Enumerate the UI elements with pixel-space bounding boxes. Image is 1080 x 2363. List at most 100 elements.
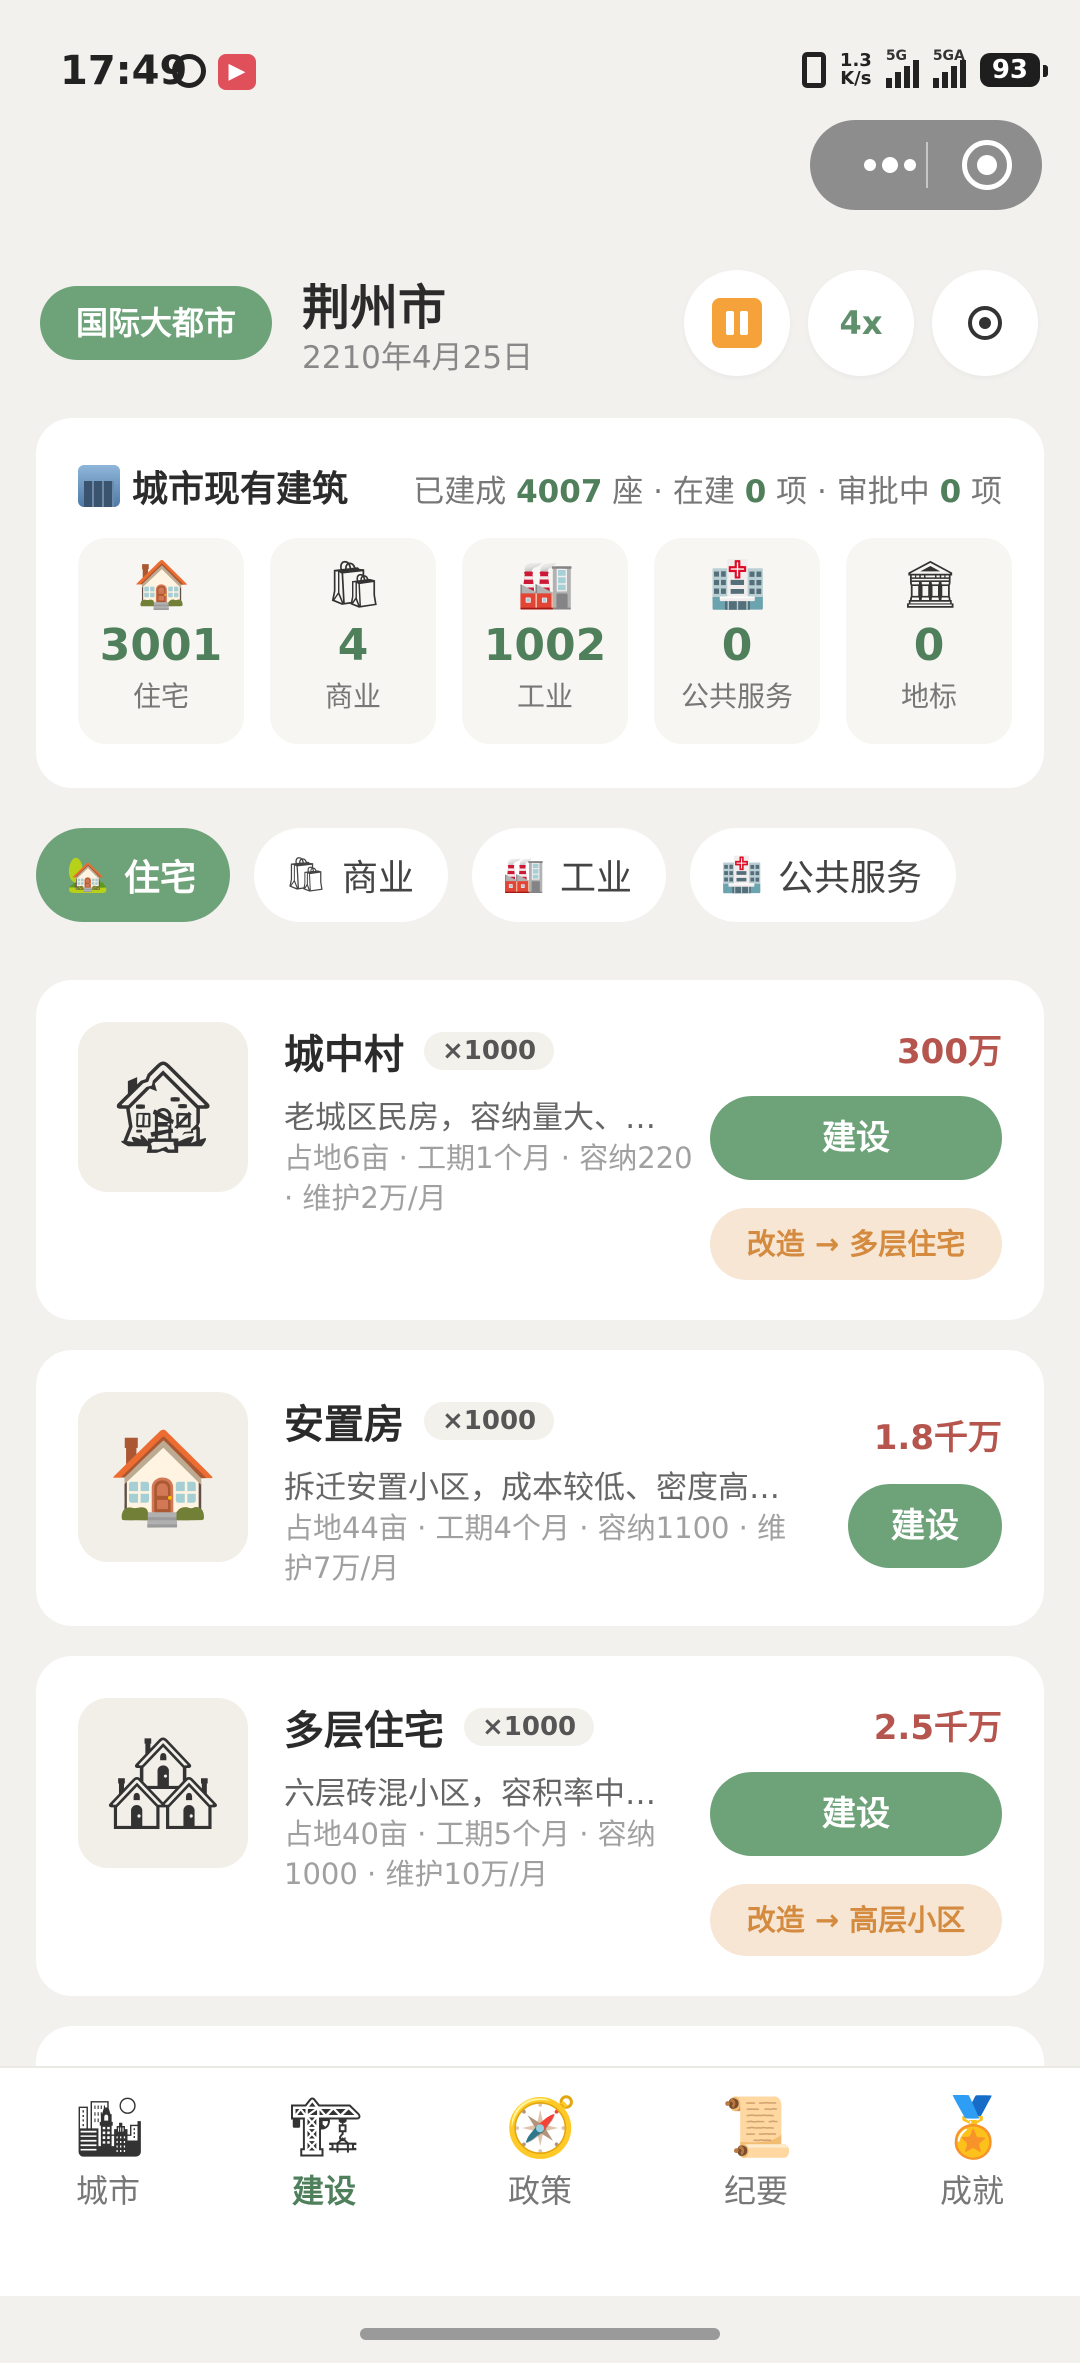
building-card: 🏠 安置房 ×1000 拆迁安置小区，成本较低、密度高… 占地44亩 · 工期4… — [36, 1350, 1044, 1626]
building-description: 拆迁安置小区，成本较低、密度高… — [284, 1470, 780, 1506]
house-icon: 🏠 — [78, 1392, 248, 1562]
miniprogram-capsule — [810, 120, 1042, 210]
status-time: 17:49 — [60, 48, 188, 94]
crane-icon: 🏗 — [289, 2093, 363, 2161]
houses-icon: 🏘 — [78, 1698, 248, 1868]
in-progress-count: 0 — [744, 474, 767, 510]
nav-policy[interactable]: 🧭 政策 — [432, 2068, 648, 2296]
alarm-icon — [172, 54, 206, 88]
build-multiplier: ×1000 — [424, 1402, 555, 1440]
tab-label: 工业 — [560, 858, 633, 899]
game-date: 2210年4月25日 — [302, 340, 534, 376]
speed-button[interactable]: 4x — [808, 270, 914, 376]
tab-commercial[interactable]: 🛍 商业 — [254, 828, 449, 922]
building-meta: 占地40亩 · 工期5个月 · 容纳1000 · 维护10万/月 — [284, 1817, 656, 1891]
signal-icon: 5GA — [932, 48, 966, 88]
gear-icon — [968, 306, 1002, 340]
separator: · — [816, 474, 827, 510]
nav-label: 政策 — [507, 2172, 572, 2210]
stat-value: 1002 — [483, 620, 607, 671]
stat-value: 3001 — [99, 620, 223, 671]
building-name-row: 城中村 ×1000 — [284, 1022, 555, 1080]
home-indicator-area — [0, 2296, 1080, 2363]
nav-achievements[interactable]: 🏅 成就 — [864, 2068, 1080, 2296]
building-description: 老城区民房，容纳量大、… — [284, 1100, 656, 1136]
house-icon: 🏠 — [133, 557, 191, 611]
sim2-label: 5GA — [932, 48, 965, 64]
building-name-row: 安置房 ×1000 — [284, 1392, 555, 1450]
more-icon[interactable] — [840, 120, 940, 210]
nav-city[interactable]: 🏙 城市 — [0, 2068, 216, 2296]
tab-industrial[interactable]: 🏭 工业 — [472, 828, 667, 922]
pause-button[interactable] — [684, 270, 790, 376]
tab-label: 住宅 — [124, 858, 197, 899]
vibrate-icon — [801, 52, 826, 88]
hospital-icon: 🏥 — [720, 855, 764, 895]
build-button[interactable]: 建设 — [710, 1096, 1002, 1180]
settings-button[interactable] — [932, 270, 1038, 376]
stat-tile-residential: 🏠 3001 住宅 — [78, 538, 244, 744]
building-name: 城中村 — [284, 1032, 404, 1078]
capsule-divider — [926, 142, 928, 188]
tab-public-service[interactable]: 🏥 公共服务 — [690, 828, 957, 922]
building-meta: 占地6亩 · 工期1个月 · 容纳220 · 维护2万/月 — [284, 1141, 693, 1215]
nav-label: 纪要 — [723, 2172, 788, 2210]
bottom-nav: 🏙 城市 🏗 建设 🧭 政策 📜 纪要 🏅 成就 — [0, 2066, 1080, 2296]
stat-label: 住宅 — [132, 680, 189, 713]
building-summary-card: 城市现有建筑 已建成 4007 座 · 在建 0 项 · 审批中 0 项 🏠 3… — [36, 418, 1044, 788]
build-multiplier: ×1000 — [464, 1708, 595, 1746]
nav-label: 成就 — [939, 2172, 1004, 2210]
status-bar: 17:49 ▶ 1.3 K/s 5G 5GA 93 — [0, 0, 1080, 140]
nav-label: 建设 — [291, 2172, 356, 2210]
pause-icon — [712, 298, 762, 348]
city-name: 荆州市 — [302, 280, 447, 336]
battery-icon: 93 — [979, 53, 1049, 87]
building-price: 1.8千万 — [873, 1418, 1002, 1458]
upgrade-button[interactable]: 改造 → 多层住宅 — [710, 1208, 1002, 1280]
building-meta: 占地44亩 · 工期4个月 · 容纳1100 · 维护7万/月 — [284, 1511, 787, 1585]
build-button[interactable]: 建设 — [848, 1484, 1002, 1568]
derelict-house-icon: 🏚 — [78, 1022, 248, 1192]
approval-label: 审批中 — [836, 474, 930, 510]
nav-label: 城市 — [75, 2172, 140, 2210]
summary-title-text: 城市现有建筑 — [132, 469, 349, 510]
stat-value: 0 — [913, 620, 945, 671]
close-miniprogram-icon[interactable] — [962, 140, 1012, 190]
scroll-icon: 📜 — [721, 2093, 794, 2161]
cityscape-icon — [78, 465, 120, 507]
network-speed-unit: K/s — [840, 68, 872, 89]
shopping-bags-icon: 🛍 — [325, 557, 384, 611]
built-label: 已建成 — [413, 474, 507, 510]
home-indicator[interactable] — [360, 2328, 720, 2340]
shopping-bags-icon: 🛍 — [284, 855, 328, 895]
built-unit: 座 — [612, 474, 644, 510]
tab-residential[interactable]: 🏡 住宅 — [36, 828, 231, 922]
building-price: 2.5千万 — [873, 1708, 1002, 1748]
stat-label: 工业 — [516, 680, 573, 713]
house-garden-icon: 🏡 — [66, 855, 110, 895]
stat-value: 4 — [337, 620, 369, 671]
stat-tile-industrial: 🏭 1002 工业 — [462, 538, 628, 744]
stat-label: 公共服务 — [680, 680, 793, 713]
nav-build[interactable]: 🏗 建设 — [216, 2068, 432, 2296]
in-progress-label: 在建 — [672, 474, 735, 510]
build-button[interactable]: 建设 — [710, 1772, 1002, 1856]
building-price: 300万 — [897, 1032, 1002, 1072]
summary-stats: 已建成 4007 座 · 在建 0 项 · 审批中 0 项 — [413, 466, 1002, 511]
approval-unit: 项 — [971, 474, 1002, 510]
video-app-icon: ▶ — [218, 54, 256, 90]
city-rank-badge: 国际大都市 — [40, 286, 272, 360]
nav-records[interactable]: 📜 纪要 — [648, 2068, 864, 2296]
medal-icon: 🏅 — [937, 2093, 1010, 2161]
sim1-label: 5G — [885, 48, 908, 64]
building-description: 六层砖混小区，容积率中… — [284, 1776, 656, 1812]
stat-tile-commercial: 🛍 4 商业 — [270, 538, 436, 744]
building-card: 🏚 城中村 ×1000 老城区民房，容纳量大、… 占地6亩 · 工期1个月 · … — [36, 980, 1044, 1320]
in-progress-unit: 项 — [776, 474, 808, 510]
tab-label: 商业 — [342, 858, 415, 899]
factory-icon: 🏭 — [517, 557, 575, 611]
stat-value: 0 — [721, 620, 753, 671]
building-name: 多层住宅 — [284, 1708, 444, 1754]
upgrade-button[interactable]: 改造 → 高层小区 — [710, 1884, 1002, 1956]
tab-label: 公共服务 — [778, 858, 923, 899]
